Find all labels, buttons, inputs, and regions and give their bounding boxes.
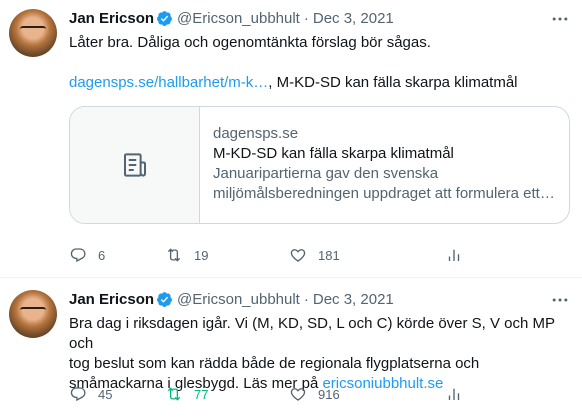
tweet-text-line: Låter bra. Dåliga och ogenomtänkta försl… [69, 34, 431, 51]
analytics-button[interactable] [445, 385, 485, 403]
reply-count: 6 [98, 247, 106, 263]
avatar[interactable] [9, 290, 57, 338]
separator-dot: · [303, 291, 309, 308]
retweet-icon [167, 248, 181, 262]
analytics-icon [448, 388, 460, 400]
separator-dot: · [303, 10, 309, 27]
verified-badge-icon [157, 292, 172, 307]
card-title: M-KD-SD kan fälla skarpa klimatmål [213, 145, 454, 162]
like-button[interactable]: 181 [289, 246, 445, 264]
tweet[interactable]: Jan Ericson @Ericson_ubbhult · Dec 3, 20… [0, 0, 582, 277]
more-icon[interactable] [550, 9, 570, 29]
retweet-icon [167, 387, 181, 401]
tweet-text: Låter bra. Dåliga och ogenomtänkta försl… [69, 33, 518, 93]
tweet-text-line: Bra dag i riksdagen igår. Vi (M, KD, SD,… [69, 315, 555, 352]
tweet-text-line: dagensps.se/hallbarhet/m-k…, M-KD-SD kan… [69, 73, 518, 93]
author-name[interactable]: Jan Ericson [69, 291, 154, 308]
tweet-actions: 6 19 181 [69, 246, 485, 264]
analytics-button[interactable] [445, 246, 485, 264]
article-icon [123, 153, 146, 177]
author-handle[interactable]: @Ericson_ubbhult [177, 10, 300, 27]
avatar[interactable] [9, 9, 57, 57]
like-icon [290, 249, 306, 262]
like-button[interactable]: 916 [289, 385, 445, 403]
retweet-button[interactable]: 77 [165, 385, 289, 403]
tweet-date[interactable]: Dec 3, 2021 [313, 10, 394, 27]
author-name[interactable]: Jan Ericson [69, 10, 154, 27]
author-handle[interactable]: @Ericson_ubbhult [177, 291, 300, 308]
analytics-icon [448, 249, 460, 261]
tweet-text: Bra dag i riksdagen igår. Vi (M, KD, SD,… [69, 314, 582, 394]
reply-button[interactable]: 45 [69, 385, 165, 403]
tweet-actions: 45 77 916 [69, 385, 485, 403]
card-media [70, 107, 200, 223]
card-body: dagensps.se M-KD-SD kan fälla skarpa kli… [213, 124, 557, 204]
tweet-link[interactable]: dagensps.se/hallbarhet/m-k… [69, 74, 268, 91]
like-icon [290, 388, 306, 401]
like-count: 916 [318, 386, 340, 402]
reply-count: 45 [98, 386, 113, 402]
tweet-header: Jan Ericson @Ericson_ubbhult · Dec 3, 20… [69, 291, 394, 308]
reply-icon [70, 248, 86, 263]
link-preview-card[interactable]: dagensps.se M-KD-SD kan fälla skarpa kli… [69, 106, 570, 224]
card-description: Januaripartierna gav den svenska [213, 165, 439, 182]
like-count: 181 [318, 247, 340, 263]
tweet-link-suffix: , M-KD-SD kan fälla skarpa klimatmål [268, 74, 518, 91]
tweet-date[interactable]: Dec 3, 2021 [313, 291, 394, 308]
retweet-count: 19 [194, 247, 209, 263]
card-description: miljömålsberedningen uppdraget att formu… [213, 185, 557, 202]
retweet-count: 77 [194, 386, 209, 402]
more-icon[interactable] [550, 290, 570, 310]
reply-button[interactable]: 6 [69, 246, 165, 264]
reply-icon [70, 387, 86, 402]
card-domain: dagensps.se [213, 125, 299, 142]
tweet-text-line: tog beslut som kan rädda både de regiona… [69, 355, 480, 372]
verified-badge-icon [157, 11, 172, 26]
retweet-button[interactable]: 19 [165, 246, 289, 264]
tweet-header: Jan Ericson @Ericson_ubbhult · Dec 3, 20… [69, 10, 394, 27]
tweet[interactable]: Jan Ericson @Ericson_ubbhult · Dec 3, 20… [0, 278, 582, 419]
